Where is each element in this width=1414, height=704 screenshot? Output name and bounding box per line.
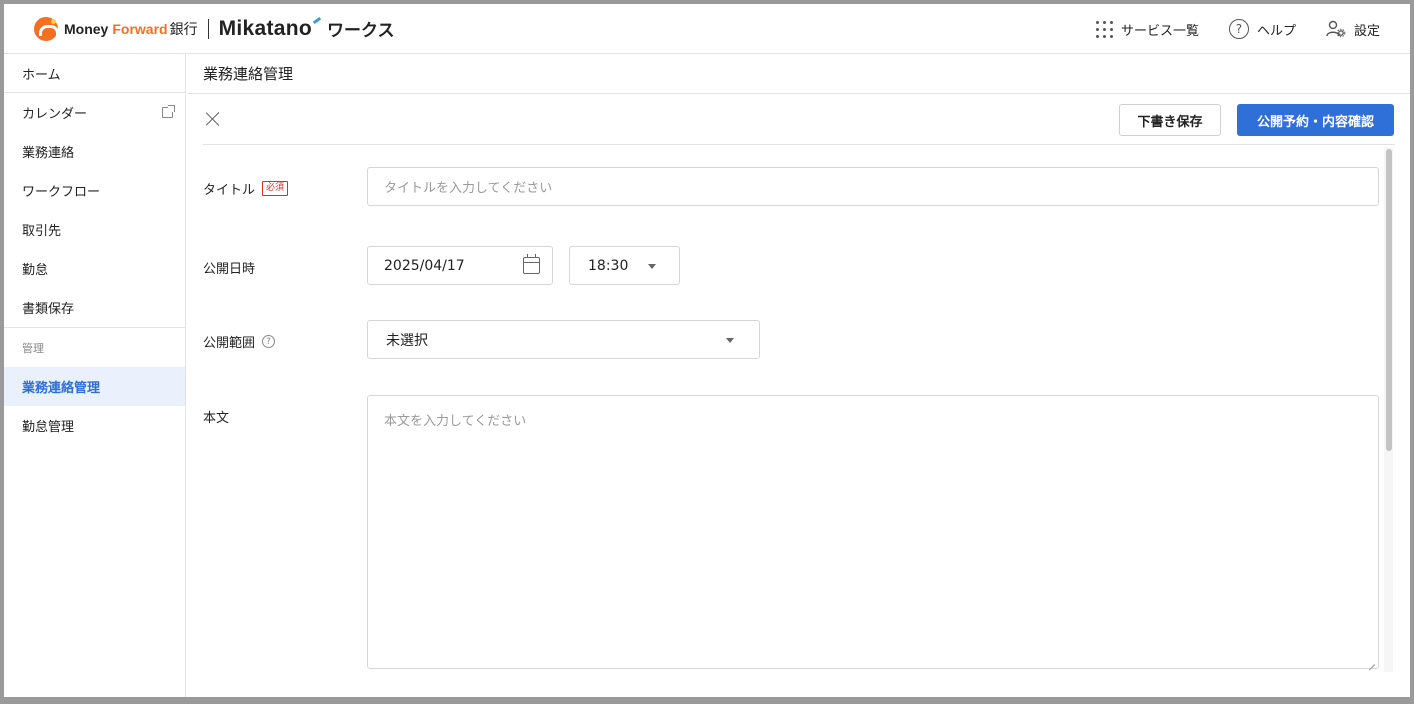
sidebar-item-label: ホーム [22,67,61,83]
title-label-text: タイトル [203,183,256,198]
sidebar-item-calendar[interactable]: カレンダー [4,93,185,132]
publish-time-select[interactable]: 18:30 [569,246,680,285]
header-menu: サービス一覧 ? ヘルプ 設定 [1066,4,1380,54]
brand-tick-icon [312,16,322,25]
sidebar-item-label: 勤怠管理 [22,420,75,435]
services-menu-button[interactable]: サービス一覧 [1095,20,1199,39]
title-input[interactable]: タイトルを入力してください [367,167,1379,206]
scope-select[interactable]: 未選択 [367,320,760,359]
sidebar-item-workflow[interactable]: ワークフロー [4,171,185,210]
settings-button[interactable]: 設定 [1326,20,1380,39]
publish-datetime-label-text: 公開日時 [203,262,256,277]
calendar-icon[interactable] [523,254,540,274]
chevron-down-icon [726,338,734,343]
external-link-icon [162,105,175,118]
brand-mikatano-text: Mikatano [218,16,312,40]
required-badge: 必須 [262,181,289,196]
form-toolbar: 下書き保存 公開予約・内容確認 [203,95,1395,145]
publish-time-value: 18:30 [588,257,629,274]
brand-logo[interactable]: Money Forward 銀行 Mikatano ワークス [34,4,395,54]
sidebar-item-label: 業務連絡管理 [22,381,101,396]
body-label-text: 本文 [203,411,230,426]
body-field-label: 本文 [203,407,229,426]
sidebar-item-label: 勤怠 [22,263,49,278]
sidebar-item-attendance[interactable]: 勤怠 [4,249,185,288]
publish-datetime-label: 公開日時 [203,258,255,277]
sidebar-item-label: 書類保存 [22,302,75,317]
help-icon: ? [1228,19,1249,39]
apps-grid-icon [1095,20,1113,38]
title-field-label: タイトル 必須 [203,179,289,198]
close-icon[interactable] [205,111,221,127]
sidebar-item-clients[interactable]: 取引先 [4,210,185,249]
chevron-down-icon [648,264,656,269]
sidebar-item-label: 業務連絡 [22,146,75,161]
sidebar-nav: ホーム カレンダー 業務連絡 ワークフロー 取引先 勤怠 書類保存 管理 業務連… [4,54,186,697]
title-placeholder: タイトルを入力してください [384,181,553,196]
help-circle-icon[interactable]: ? [262,335,276,348]
top-header: Money Forward 銀行 Mikatano ワークス サービス一覧 ? … [4,4,1410,54]
body-textarea[interactable]: 本文を入力してください [367,395,1379,669]
money-forward-logo-icon [34,16,59,41]
publish-date-value: 2025/04/17 [384,257,465,274]
sidebar-item-home[interactable]: ホーム [4,54,185,93]
brand-divider [207,18,209,39]
resize-handle-icon[interactable] [1368,658,1375,665]
page-title: 業務連絡管理 [203,65,294,83]
sidebar-item-documents[interactable]: 書類保存 [4,288,185,327]
sidebar-item-label: 取引先 [22,224,62,239]
sidebar-item-label: カレンダー [22,107,88,122]
brand-money-text: Money [64,20,109,37]
services-menu-label: サービス一覧 [1120,23,1199,39]
brand-forward-text: Forward [112,20,168,37]
sidebar-item-label: ワークフロー [22,185,101,200]
scope-label-text: 公開範囲 [203,336,256,351]
publish-confirm-button[interactable]: 公開予約・内容確認 [1237,104,1394,136]
sidebar-item-notices[interactable]: 業務連絡 [4,132,185,171]
app-window: Money Forward 銀行 Mikatano ワークス サービス一覧 ? … [4,4,1410,697]
scope-select-value: 未選択 [386,332,428,349]
publish-date-input[interactable]: 2025/04/17 [367,246,553,285]
sidebar-item-attendance-admin[interactable]: 勤怠管理 [4,406,185,445]
brand-bank-text: 銀行 [169,21,198,38]
scope-field-label: 公開範囲 ? [203,332,276,351]
sidebar-item-notice-admin[interactable]: 業務連絡管理 [4,367,185,406]
scrollbar-thumb[interactable] [1386,149,1392,451]
settings-label: 設定 [1353,23,1380,39]
brand-works-text: ワークス [327,21,395,41]
save-draft-button[interactable]: 下書き保存 [1119,104,1221,136]
sidebar-section-admin: 管理 [4,327,185,367]
help-button[interactable]: ? ヘルプ [1228,19,1296,39]
user-settings-icon [1326,20,1346,38]
body-placeholder: 本文を入力してください [384,414,527,429]
help-label: ヘルプ [1256,23,1296,39]
page-title-bar: 業務連絡管理 [187,54,1410,94]
